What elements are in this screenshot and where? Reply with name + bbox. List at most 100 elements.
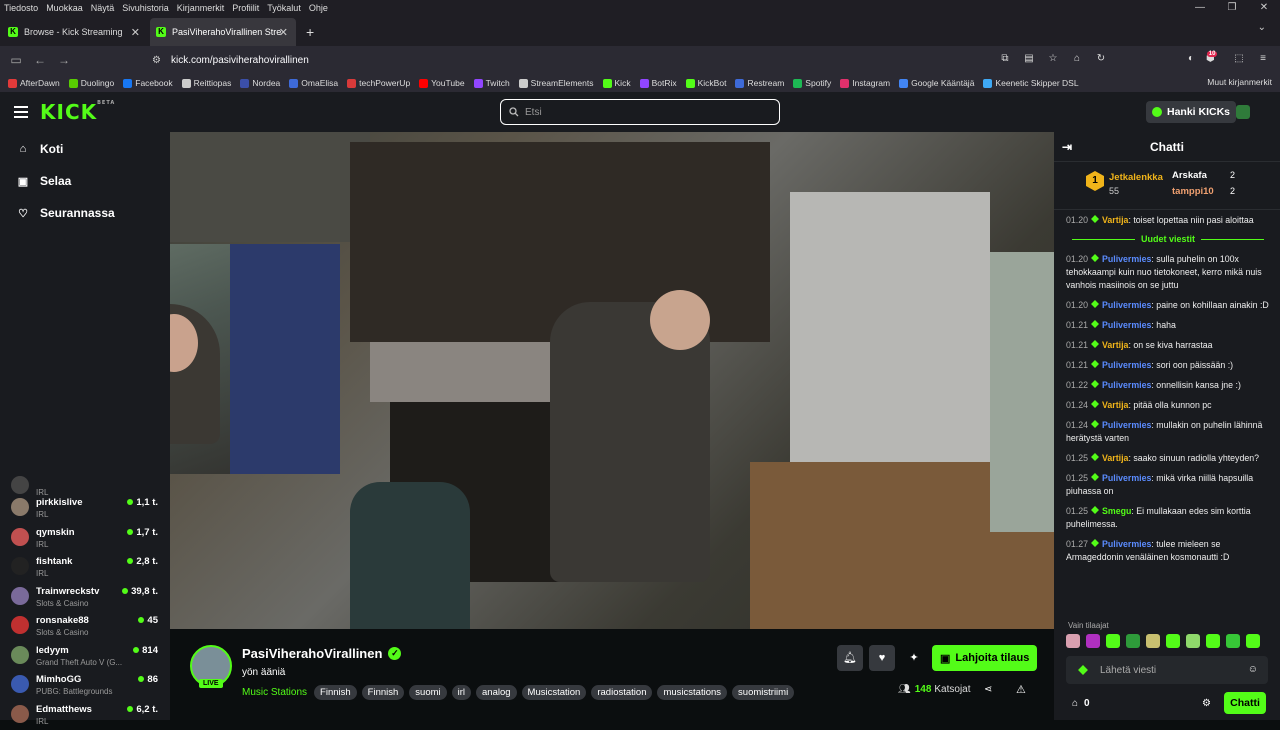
sidebar-channel[interactable]: EdmatthewsIRL6,2 t. (0, 701, 170, 730)
home-icon[interactable]: ⌂ (1068, 50, 1086, 68)
message-user[interactable]: Vartija (1102, 400, 1128, 410)
bookmark-item[interactable]: Restream (735, 78, 784, 88)
sidebar-channel[interactable]: MimhoGGPUBG: Battlegrounds86 (0, 671, 170, 701)
extensions-puzzle-icon[interactable]: ⬚ (1230, 50, 1248, 68)
share-icon[interactable]: ⋖ (984, 684, 992, 695)
user-avatar[interactable] (1236, 105, 1250, 119)
search-input[interactable]: Etsi (500, 99, 780, 125)
bookmark-item[interactable]: Keenetic Skipper DSL (983, 78, 1078, 88)
send-chat-button[interactable]: Chatti (1224, 692, 1266, 714)
message-user[interactable]: Pulivermies (1102, 539, 1151, 549)
message-user[interactable]: Vartija (1102, 215, 1128, 225)
leader-name[interactable]: Jetkalenkka (1109, 172, 1163, 183)
close-window-icon[interactable]: ✕ (1248, 0, 1280, 16)
bookmark-item[interactable]: Spotify (793, 78, 831, 88)
nav-following[interactable]: ♡Seurannassa (0, 197, 170, 229)
tab-pasi-stream[interactable]: K PasiViherahoVirallinen Stre ✕ (150, 18, 296, 46)
nav-browse[interactable]: ▣Selaa (0, 165, 170, 197)
menu-item[interactable]: Profiilit (232, 3, 259, 13)
menu-icon[interactable]: ≡ (1254, 50, 1272, 68)
sidebar-channel[interactable]: qymskinIRL1,7 t. (0, 524, 170, 554)
sidebar-channel[interactable]: fishtankIRL2,8 t. (0, 553, 170, 583)
menu-item[interactable]: Kirjanmerkit (177, 3, 225, 13)
stream-tag[interactable]: radiostation (591, 685, 652, 700)
leader-name[interactable]: Arskafa (1172, 170, 1207, 181)
channel-name[interactable]: PasiViherahoVirallinen✓ (242, 646, 401, 661)
stream-tag[interactable]: irl (452, 685, 471, 700)
menu-item[interactable]: Ohje (309, 3, 328, 13)
menu-item[interactable]: Muokkaa (46, 3, 83, 13)
chat-settings-icon[interactable]: ⚙ (1202, 698, 1211, 709)
stream-tag[interactable]: suomistriimi (732, 685, 794, 700)
kick-logo[interactable]: KICKBETA (40, 100, 115, 124)
bookmark-item[interactable]: Instagram (840, 78, 890, 88)
emote-icon[interactable] (1186, 634, 1200, 648)
other-bookmarks[interactable]: Muut kirjanmerkit (1207, 77, 1272, 87)
chat-message-input[interactable]: Lähetä viesti ☺ (1066, 656, 1268, 684)
message-user[interactable]: Smegu (1102, 506, 1131, 516)
emote-icon[interactable] (1246, 634, 1260, 648)
stream-tag[interactable]: Musicstation (522, 685, 587, 700)
bookmark-item[interactable]: Kick (603, 78, 631, 88)
message-user[interactable]: Pulivermies (1102, 380, 1151, 390)
tab-browse-kick[interactable]: K Browse - Kick Streaming ✕ (2, 18, 148, 46)
follow-heart-button[interactable]: ♥ (869, 645, 895, 671)
sidebar-channel[interactable]: TrainwreckstvSlots & Casino39,8 t. (0, 583, 170, 613)
bookmark-item[interactable]: StreamElements (519, 78, 594, 88)
stream-tag[interactable]: musicstations (657, 685, 727, 700)
sidebar-toggle-icon[interactable]: ▭ (4, 53, 28, 67)
bookmark-item[interactable]: Twitch (474, 78, 510, 88)
bookmark-item[interactable]: AfterDawn (8, 78, 60, 88)
emote-icon[interactable] (1146, 634, 1160, 648)
bookmark-item[interactable]: Facebook (123, 78, 172, 88)
stream-tag[interactable]: Finnish (362, 685, 405, 700)
message-user[interactable]: Vartija (1102, 453, 1128, 463)
sidebar-channel[interactable]: ronsnake88Slots & Casino45 (0, 612, 170, 642)
message-user[interactable]: Pulivermies (1102, 420, 1151, 430)
stream-tag[interactable]: suomi (409, 685, 446, 700)
video-player[interactable] (170, 132, 1054, 629)
collapse-chat-icon[interactable]: ⇥ (1062, 140, 1072, 154)
bookmark-item[interactable]: OmaElisa (289, 78, 338, 88)
nav-home[interactable]: ⌂Koti (0, 133, 170, 165)
message-user[interactable]: Pulivermies (1102, 300, 1151, 310)
minimize-icon[interactable]: — (1184, 0, 1216, 16)
menu-item[interactable]: Sivuhistoria (122, 3, 169, 13)
bookmark-star-icon[interactable]: ☆ (1044, 50, 1062, 68)
bookmark-item[interactable]: BotRix (640, 78, 677, 88)
tab-list-chevron-icon[interactable]: ⌄ (1258, 22, 1266, 33)
reload-icon[interactable]: ↻ (1092, 50, 1110, 68)
emote-icon[interactable] (1166, 634, 1180, 648)
stream-tag[interactable]: analog (476, 685, 517, 700)
new-tab-icon[interactable]: + (306, 18, 314, 46)
screenshot-icon[interactable]: ⧉ (996, 50, 1014, 68)
message-user[interactable]: Vartija (1102, 340, 1128, 350)
menu-item[interactable]: Näytä (91, 3, 115, 13)
message-user[interactable]: Pulivermies (1102, 473, 1151, 483)
get-kicks-button[interactable]: Hanki KICKs (1146, 101, 1236, 123)
notification-bell-button[interactable]: 🔔︎ (837, 645, 863, 671)
message-user[interactable]: Pulivermies (1102, 360, 1151, 370)
back-icon[interactable]: ← (28, 53, 52, 67)
extension-icon[interactable]: ◐ (1182, 50, 1200, 68)
emote-icon[interactable] (1066, 634, 1080, 648)
bookmark-item[interactable]: Reittiopas (182, 78, 232, 88)
sidebar-channel[interactable]: IRL (0, 472, 170, 494)
url-field[interactable]: ⚙ kick.com/pasiviherahovirallinen (152, 50, 992, 70)
leader-name[interactable]: tamppi10 (1172, 186, 1214, 197)
bookmark-item[interactable]: techPowerUp (347, 78, 410, 88)
sidebar-channel[interactable]: ledyymGrand Theft Auto V (G...814 (0, 642, 170, 672)
sparkle-button[interactable]: ✦ (901, 645, 927, 671)
emote-icon[interactable] (1106, 634, 1120, 648)
emote-icon[interactable] (1126, 634, 1140, 648)
menu-item[interactable]: Työkalut (267, 3, 301, 13)
bookmark-item[interactable]: Google Kääntäjä (899, 78, 974, 88)
close-tab-icon[interactable]: ✕ (131, 26, 140, 39)
message-user[interactable]: Pulivermies (1102, 254, 1151, 264)
site-info-icon[interactable]: ⚙ (152, 55, 161, 66)
sidebar-channel[interactable]: pirkkisliveIRL1,1 t. (0, 494, 170, 524)
gift-subscription-button[interactable]: ▣Lahjoita tilaus (932, 645, 1037, 671)
bookmark-item[interactable]: YouTube (419, 78, 464, 88)
emote-icon[interactable] (1086, 634, 1100, 648)
restore-icon[interactable]: ❐ (1216, 0, 1248, 16)
